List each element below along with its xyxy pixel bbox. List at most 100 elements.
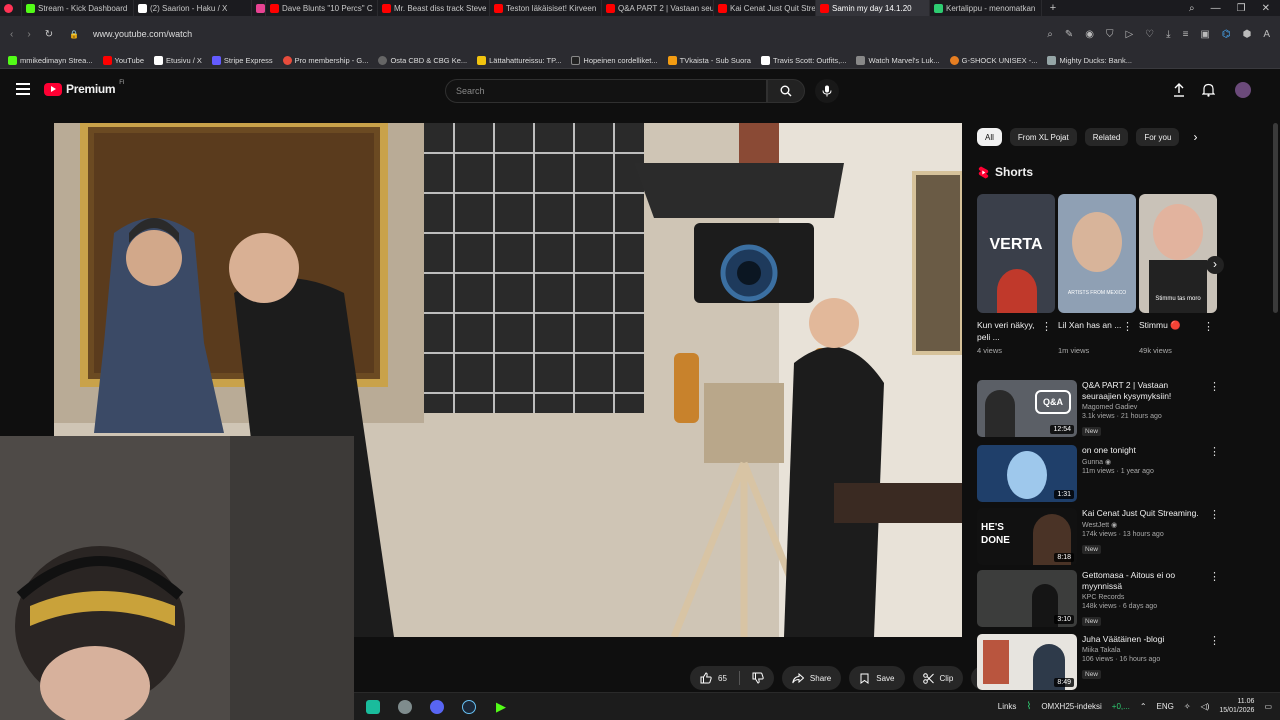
wallet-icon[interactable]: ▣ bbox=[1200, 29, 1209, 40]
voice-search-button[interactable] bbox=[815, 79, 839, 103]
share-button[interactable]: Share bbox=[781, 666, 842, 690]
bookmark-travis-scott[interactable]: Travis Scott: Outfits,... bbox=[760, 55, 846, 65]
tab-mr-beast[interactable]: Mr. Beast diss track Steve bbox=[378, 0, 490, 16]
video-menu-icon[interactable]: ⋮ bbox=[1209, 510, 1220, 521]
bookmark-lattahattu[interactable]: Lättahattureissu: TP... bbox=[477, 55, 561, 65]
search-input[interactable]: Search bbox=[445, 79, 767, 103]
bookmark-tvkaista[interactable]: TVkaista - Sub Suora bbox=[667, 55, 751, 65]
short-menu-icon[interactable]: ⋮ bbox=[1203, 322, 1214, 333]
menu-icon[interactable]: ≡ bbox=[1183, 29, 1189, 40]
tab-dave-blunts[interactable]: Dave Blunts "10 Percs" C bbox=[266, 0, 378, 16]
edit-icon[interactable]: ✎ bbox=[1065, 29, 1073, 40]
language-indicator[interactable]: ENG bbox=[1157, 702, 1174, 711]
download-icon[interactable]: ⤓ bbox=[1166, 29, 1170, 40]
page-scrollbar[interactable] bbox=[1273, 123, 1278, 313]
kick-studio-icon[interactable]: ▶ bbox=[494, 700, 508, 714]
video-menu-icon[interactable]: ⋮ bbox=[1209, 382, 1220, 393]
short-item[interactable]: VERTA Kun veri näkyy, peli ... 4 views ⋮ bbox=[977, 194, 1055, 355]
tab-qa-part-2[interactable]: Q&A PART 2 | Vastaan seu bbox=[602, 0, 714, 16]
bookmark-youtube[interactable]: YouTube bbox=[102, 55, 144, 65]
upload-icon[interactable] bbox=[1173, 83, 1185, 102]
short-menu-icon[interactable]: ⋮ bbox=[1041, 322, 1052, 333]
notification-center-icon[interactable]: ▭ bbox=[1264, 702, 1272, 711]
bookmark-stripe[interactable]: Stripe Express bbox=[211, 55, 273, 65]
volume-icon[interactable]: ◁) bbox=[1201, 702, 1210, 711]
new-tab-button[interactable]: + bbox=[1042, 0, 1064, 16]
stock-ticker[interactable]: OMXH25-indeksi bbox=[1041, 702, 1101, 711]
tab-teston[interactable]: Teston läkäisiset! Kirveen bbox=[490, 0, 602, 16]
bookmark-cbd[interactable]: Osta CBD & CBG Ke... bbox=[378, 55, 467, 65]
bookmark-gshock[interactable]: G-SHOCK UNISEX -... bbox=[949, 55, 1037, 65]
forward-icon[interactable]: › bbox=[27, 29, 30, 40]
bookmark-marvel[interactable]: Watch Marvel's Luk... bbox=[856, 55, 940, 65]
chip-all[interactable]: All bbox=[977, 128, 1002, 146]
thumbnail-mask bbox=[1007, 451, 1047, 499]
search-button[interactable] bbox=[767, 79, 805, 103]
thumbs-down-icon[interactable] bbox=[752, 672, 764, 684]
chip-from-xl-pojat[interactable]: From XL Pojat bbox=[1009, 128, 1077, 146]
short-item[interactable]: Stimmu tas moro Stimmu 🔴 49k views ⋮ bbox=[1139, 194, 1217, 355]
youtube-premium-logo[interactable]: Premium FI bbox=[44, 80, 125, 96]
bookmark-x[interactable]: Etusivu / X bbox=[154, 55, 202, 65]
extension-icon[interactable]: ⌬ bbox=[1222, 29, 1231, 40]
stripe-icon bbox=[211, 55, 221, 65]
chips-next-icon[interactable]: › bbox=[1193, 130, 1197, 144]
video-menu-icon[interactable]: ⋮ bbox=[1209, 572, 1220, 583]
app-icon-settings[interactable] bbox=[398, 700, 412, 714]
tab-samin-my-day[interactable]: Samin my day 14.1.20 bbox=[816, 0, 930, 16]
tab-kertalippu[interactable]: Kertalippu - menomatkan bbox=[930, 0, 1042, 16]
bookmark-hopeinen[interactable]: Hopeinen cordelliket... bbox=[571, 55, 658, 65]
tab-pinned[interactable] bbox=[252, 0, 266, 16]
app-icon-green[interactable] bbox=[366, 700, 380, 714]
video-menu-icon[interactable]: ⋮ bbox=[1209, 447, 1220, 458]
clock[interactable]: 11.06 15/01/2026 bbox=[1219, 697, 1254, 715]
video-list-item[interactable]: HE'S DONE 8:18 Kai Cenat Just Quit Strea… bbox=[977, 508, 1222, 566]
notifications-bell-icon[interactable] bbox=[1201, 83, 1216, 102]
heart-icon[interactable]: ♡ bbox=[1145, 29, 1154, 40]
browser-menu-tab[interactable] bbox=[0, 0, 22, 16]
tab-kick-dashboard[interactable]: Stream - Kick Dashboard bbox=[22, 0, 134, 16]
guide-menu-icon[interactable] bbox=[16, 83, 30, 95]
play-icon[interactable]: ▷ bbox=[1125, 29, 1133, 40]
links-toolbar[interactable]: Links bbox=[998, 702, 1017, 711]
like-button[interactable]: 65 bbox=[690, 666, 774, 690]
search-tabs-icon[interactable]: ⌕ bbox=[1189, 3, 1195, 14]
youtube-logo-icon bbox=[44, 82, 62, 96]
aria-icon[interactable]: A bbox=[1263, 29, 1270, 40]
video-list-item[interactable]: 1:31 on one tonight Gunna ◉ 11m views · … bbox=[977, 445, 1222, 503]
short-menu-icon[interactable]: ⋮ bbox=[1122, 322, 1133, 333]
tab-x-search[interactable]: (2) Saarion - Haku / X bbox=[134, 0, 252, 16]
short-item[interactable]: ARTISTS FROM MEXICO Lil Xan has an ... 1… bbox=[1058, 194, 1136, 355]
zoom-icon[interactable]: ⌕ bbox=[1047, 29, 1053, 40]
chip-for-you[interactable]: For you bbox=[1136, 128, 1180, 146]
movie-icon bbox=[856, 55, 866, 65]
minimize-icon[interactable]: — bbox=[1211, 3, 1221, 14]
clip-button[interactable]: Clip bbox=[912, 666, 964, 690]
video-list-item[interactable]: 3:10 Gettomasa - Aitous ei oo myynnissä … bbox=[977, 570, 1222, 628]
camera-icon[interactable]: ◉ bbox=[1085, 29, 1094, 40]
shield-icon[interactable]: ⛉ bbox=[1106, 29, 1114, 40]
chip-related[interactable]: Related bbox=[1084, 128, 1129, 146]
back-icon[interactable]: ‹ bbox=[10, 29, 13, 40]
bookmark-kick[interactable]: mmikedimayn Strea... bbox=[8, 55, 93, 65]
tray-chevron-icon[interactable]: ⌃ bbox=[1140, 702, 1147, 711]
vpn-icon[interactable]: ⬢ bbox=[1243, 29, 1252, 40]
discord-icon[interactable] bbox=[430, 700, 444, 714]
short-thumbnail: ARTISTS FROM MEXICO bbox=[1058, 194, 1136, 313]
account-avatar[interactable] bbox=[1235, 82, 1251, 98]
tab-kai-cenat[interactable]: Kai Cenat Just Quit Stream bbox=[714, 0, 816, 16]
bookmark-pro-membership[interactable]: Pro membership - G... bbox=[282, 55, 368, 65]
steam-icon[interactable] bbox=[462, 700, 476, 714]
shorts-next-button[interactable]: › bbox=[1206, 256, 1224, 274]
maximize-icon[interactable]: ❐ bbox=[1237, 3, 1246, 14]
video-list-item[interactable]: 8:49 Juha Väätäinen -blogi Miika Takala … bbox=[977, 634, 1222, 690]
save-button[interactable]: Save bbox=[849, 666, 905, 690]
youtube-icon bbox=[270, 3, 279, 13]
reload-icon[interactable]: ↻ bbox=[45, 29, 53, 40]
video-menu-icon[interactable]: ⋮ bbox=[1209, 636, 1220, 647]
url-field[interactable]: www.youtube.com/watch bbox=[93, 29, 192, 39]
network-icon[interactable]: ✧ bbox=[1184, 702, 1191, 711]
close-icon[interactable]: ✕ bbox=[1262, 3, 1270, 14]
video-list-item[interactable]: Q&A 12:54 Q&A PART 2 | Vastaan seuraajie… bbox=[977, 380, 1222, 438]
bookmark-mighty-ducks[interactable]: Mighty Ducks: Bank... bbox=[1047, 55, 1132, 65]
